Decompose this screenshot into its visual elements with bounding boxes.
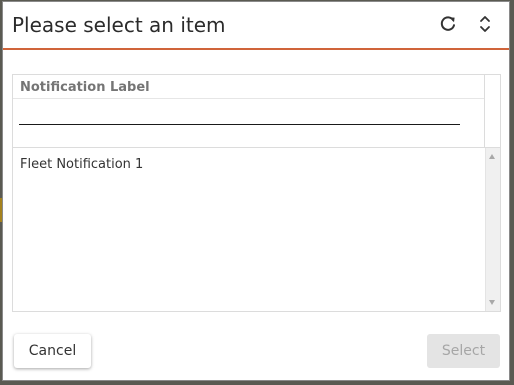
- scroll-up-arrow-icon[interactable]: [489, 154, 495, 159]
- column-header-notification-label[interactable]: Notification Label: [20, 80, 150, 95]
- grid-header: Notification Label: [13, 75, 485, 148]
- vertical-scrollbar[interactable]: [485, 148, 500, 311]
- header-scroll-gutter: [485, 75, 500, 148]
- dialog-header: Please select an item: [3, 2, 509, 50]
- header-divider: [13, 98, 484, 99]
- table-row[interactable]: Fleet Notification 1: [13, 148, 485, 182]
- select-button[interactable]: Select: [427, 334, 500, 368]
- item-grid: Notification Label Fleet Notification 1: [12, 74, 501, 312]
- dialog-title: Please select an item: [12, 13, 226, 37]
- expand-collapse-icon[interactable]: [474, 13, 496, 35]
- select-item-dialog: Please select an item Notification Label…: [2, 1, 510, 381]
- column-filter-input[interactable]: [19, 105, 460, 125]
- cancel-button[interactable]: Cancel: [14, 334, 91, 368]
- grid-body: Fleet Notification 1: [13, 148, 485, 311]
- refresh-icon[interactable]: [437, 13, 459, 35]
- scroll-down-arrow-icon[interactable]: [489, 300, 495, 305]
- row-label: Fleet Notification 1: [20, 157, 144, 172]
